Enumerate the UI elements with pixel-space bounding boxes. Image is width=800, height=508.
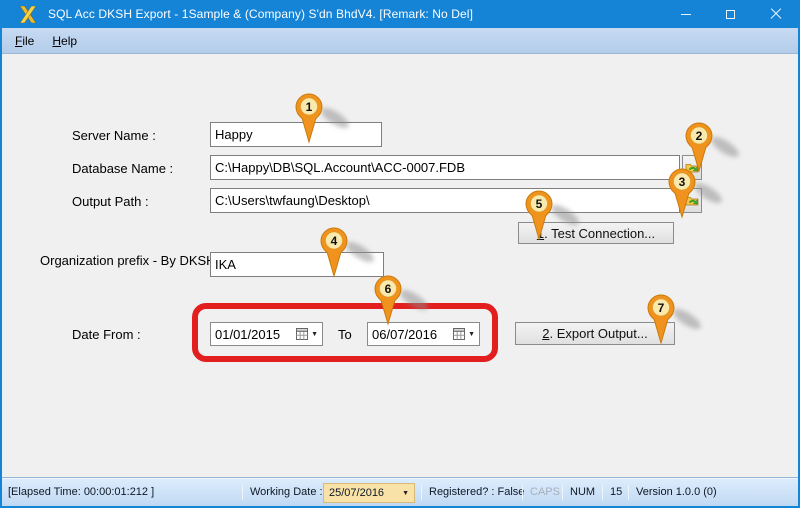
statusbar-separator xyxy=(562,485,563,500)
dropdown-arrow-icon[interactable]: ▼ xyxy=(311,331,318,338)
close-button[interactable] xyxy=(753,0,798,28)
working-date-value: 25/07/2016 xyxy=(329,487,402,499)
window-controls xyxy=(663,0,798,28)
svg-text:2: 2 xyxy=(696,129,703,143)
caps-indicator: CAPS xyxy=(530,479,560,506)
statusbar-separator xyxy=(242,485,243,500)
date-from-picker[interactable]: 01/01/2015 ▼ xyxy=(210,322,323,346)
registered-status-text: Registered? : False xyxy=(429,479,524,506)
output-browse-button[interactable] xyxy=(682,188,702,213)
statusbar-separator xyxy=(522,485,523,500)
minimize-icon xyxy=(681,14,691,15)
org-prefix-label: Organization prefix - By DKSH xyxy=(40,253,216,269)
version-text: Version 1.0.0 (0) xyxy=(636,479,717,506)
output-path-input[interactable] xyxy=(210,188,680,213)
output-path-label: Output Path : xyxy=(72,194,149,210)
status-bar: [Elapsed Time: 00:00:01:212 ] Working Da… xyxy=(0,478,800,506)
close-icon xyxy=(770,8,782,20)
browse-folder-icon xyxy=(685,195,699,207)
calendar-icon xyxy=(453,328,465,340)
date-to-value: 06/07/2016 xyxy=(372,327,453,342)
app-window: SQL Acc DKSH Export - 1Sample & (Company… xyxy=(0,0,800,508)
elapsed-time-text: [Elapsed Time: 00:00:01:212 ] xyxy=(8,479,154,506)
statusbar-separator xyxy=(421,485,422,500)
title-bar[interactable]: SQL Acc DKSH Export - 1Sample & (Company… xyxy=(0,0,800,28)
date-to-picker[interactable]: 06/07/2016 ▼ xyxy=(367,322,480,346)
test-connection-button[interactable]: 1. Test Connection... xyxy=(518,222,674,244)
maximize-button[interactable] xyxy=(708,0,753,28)
menu-bar: File Help xyxy=(0,28,800,54)
app-logo-icon xyxy=(18,6,38,23)
date-from-value: 01/01/2015 xyxy=(215,327,296,342)
database-browse-button[interactable] xyxy=(682,155,702,180)
svg-text:6: 6 xyxy=(385,282,392,296)
svg-text:4: 4 xyxy=(331,234,338,248)
export-output-button[interactable]: 2. Export Output... xyxy=(515,322,675,345)
calendar-icon xyxy=(296,328,308,340)
minimize-button[interactable] xyxy=(663,0,708,28)
num-indicator: NUM xyxy=(570,479,595,506)
statusbar-separator xyxy=(628,485,629,500)
svg-text:7: 7 xyxy=(658,301,665,315)
statusbar-separator xyxy=(602,485,603,500)
org-prefix-input[interactable] xyxy=(210,252,384,277)
menu-item-help[interactable]: Help xyxy=(43,31,86,51)
date-from-label: Date From : xyxy=(72,327,141,343)
working-date-dropdown[interactable]: 25/07/2016 ▼ xyxy=(323,483,415,503)
database-name-label: Database Name : xyxy=(72,161,173,177)
dropdown-arrow-icon[interactable]: ▼ xyxy=(468,331,475,338)
browse-folder-icon xyxy=(685,162,699,174)
server-name-input[interactable] xyxy=(210,122,382,147)
window-title: SQL Acc DKSH Export - 1Sample & (Company… xyxy=(48,7,473,21)
maximize-icon xyxy=(726,10,735,19)
working-date-label: Working Date : xyxy=(250,479,323,506)
date-to-label: To xyxy=(338,327,352,343)
svg-text:1: 1 xyxy=(306,100,313,114)
database-name-input[interactable] xyxy=(210,155,680,180)
record-count: 15 xyxy=(610,479,622,506)
dropdown-arrow-icon: ▼ xyxy=(402,490,409,497)
server-name-label: Server Name : xyxy=(72,128,156,144)
menu-item-file[interactable]: File xyxy=(6,31,43,51)
